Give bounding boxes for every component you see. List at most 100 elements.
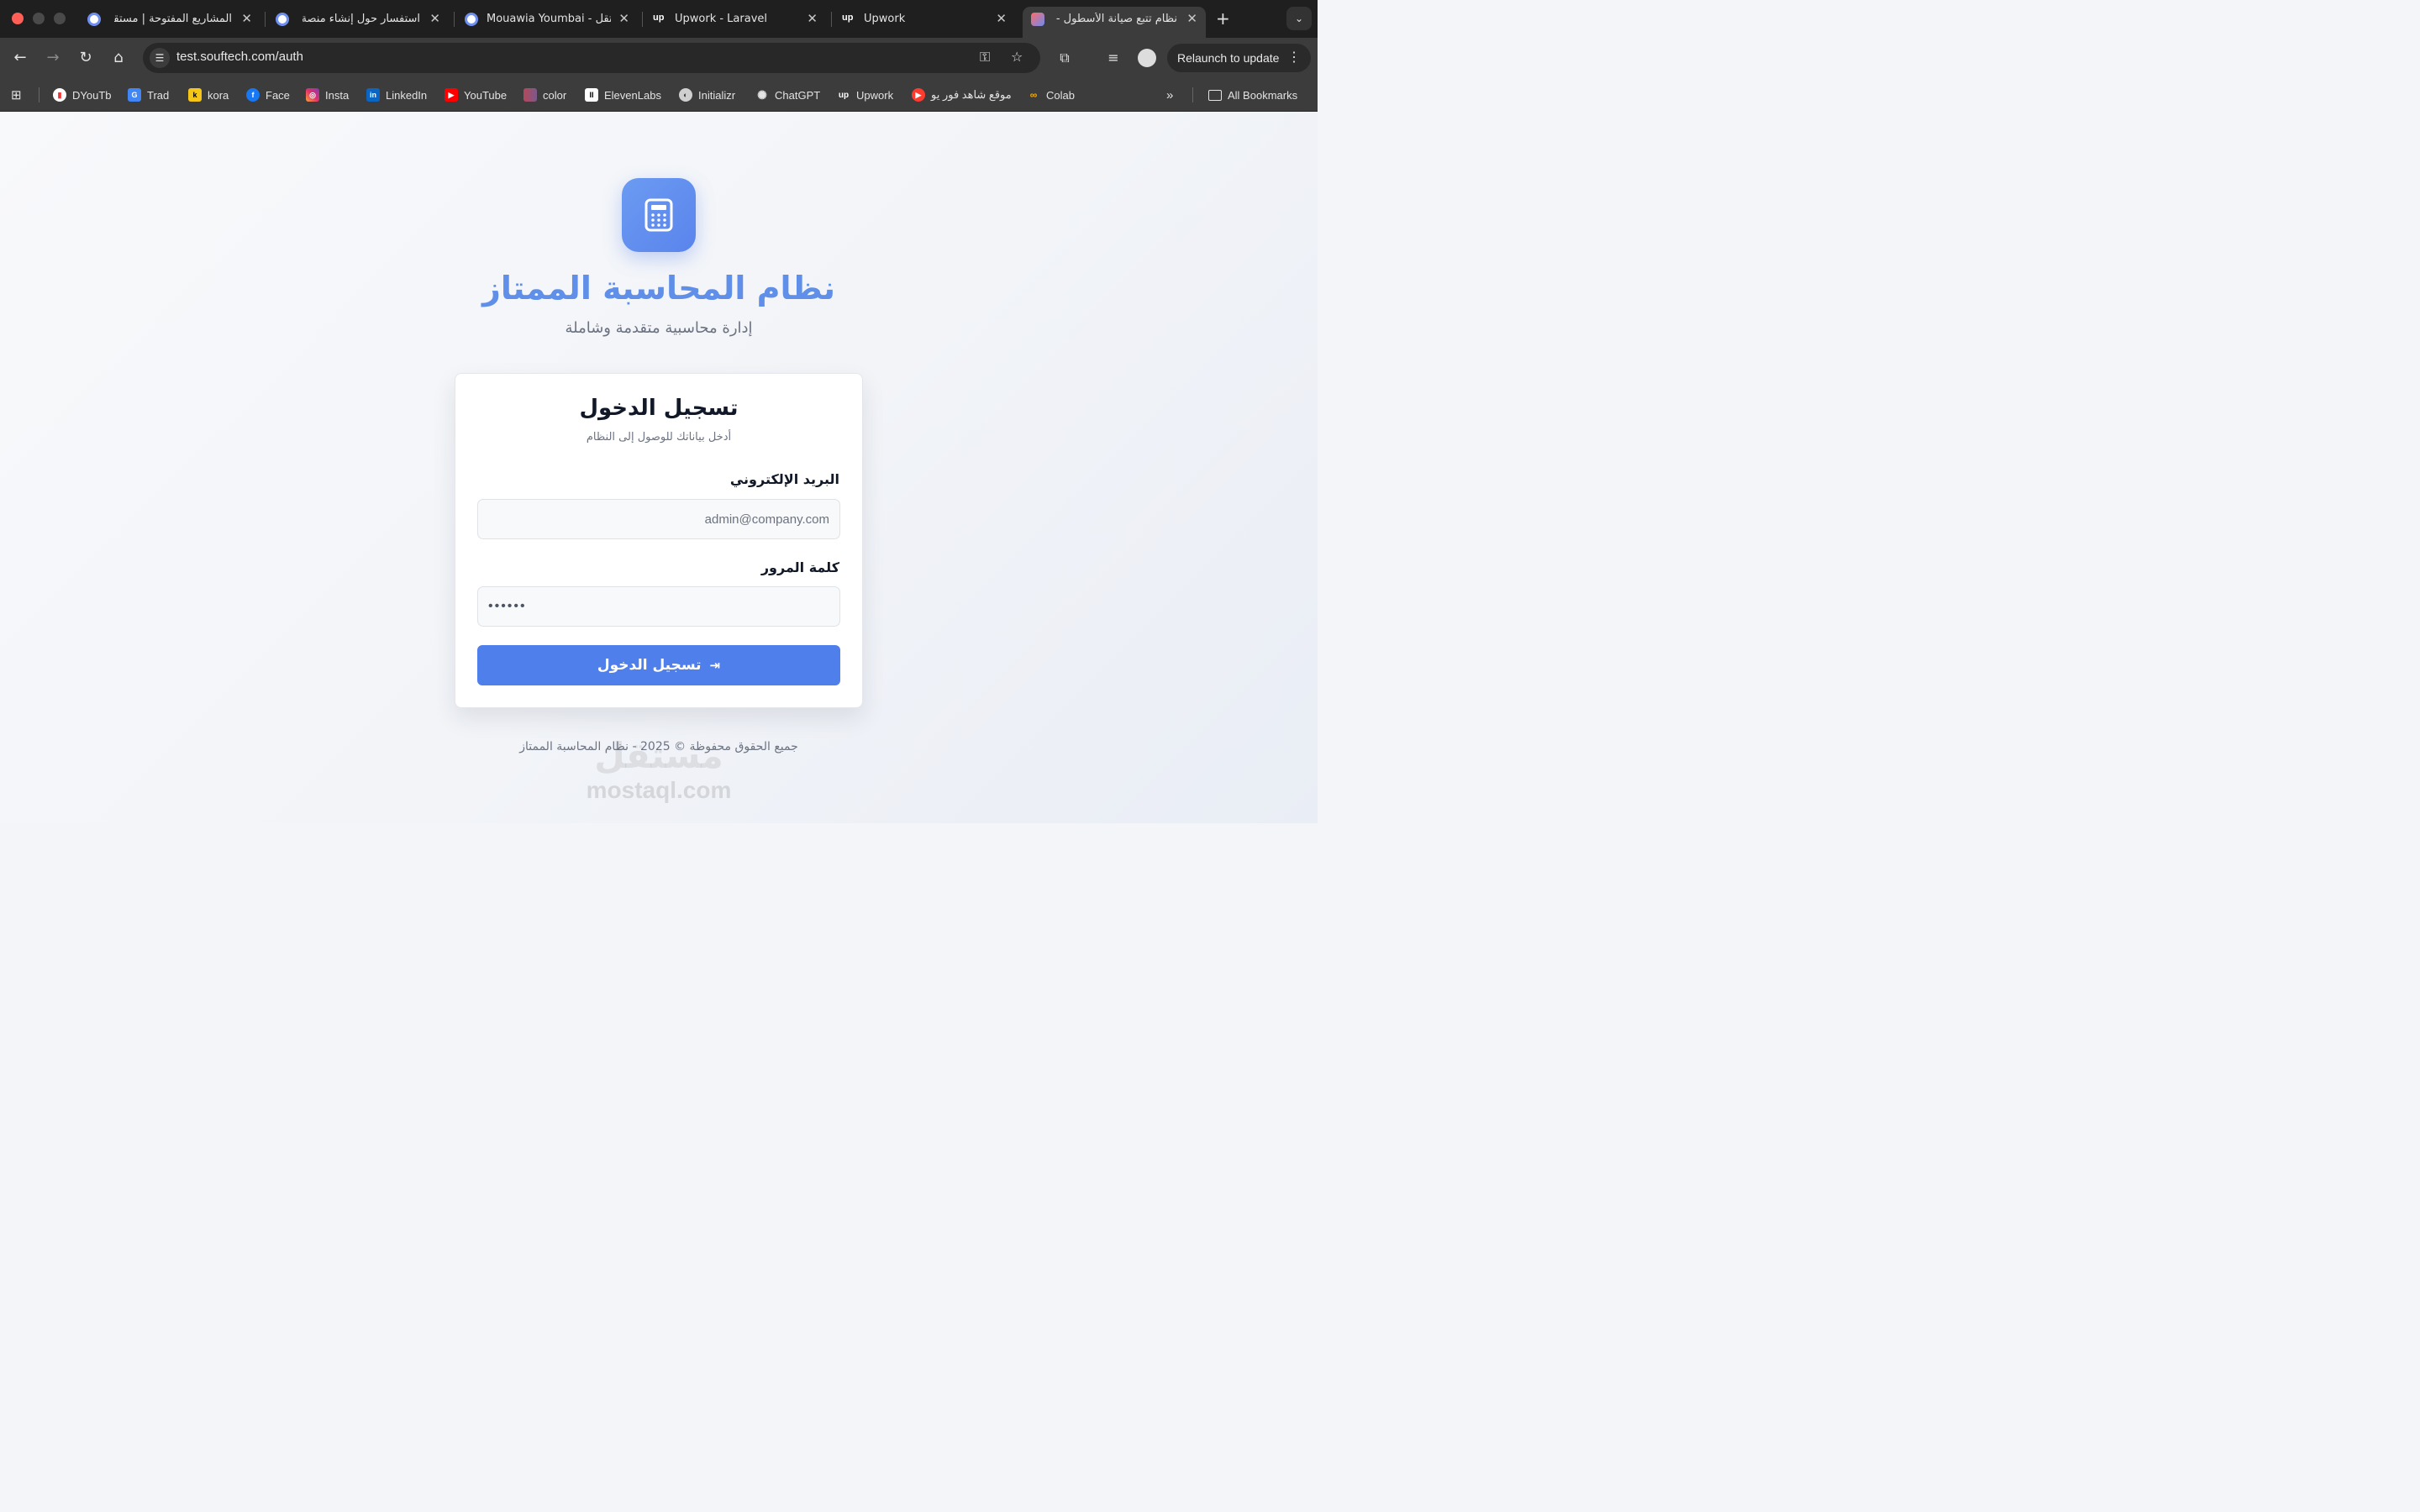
media-controls-icon[interactable]: ≡ xyxy=(1101,38,1126,78)
bookmark-shahid4u[interactable]: ▶ موقع شاهد فور يو xyxy=(912,87,1012,102)
all-bookmarks-label: All Bookmarks xyxy=(1228,88,1298,102)
page-content: نظام المحاسبة الممتاز إدارة محاسبية متقد… xyxy=(0,112,1318,823)
url-text[interactable]: test.souftech.com/auth xyxy=(176,50,303,64)
bookmark-face[interactable]: f Face xyxy=(246,87,290,102)
bookmark-upwork[interactable]: up Upwork xyxy=(837,87,893,102)
email-field[interactable] xyxy=(477,499,840,539)
tab-title: المشاريع المفتوحة | مستقل xyxy=(114,13,232,25)
more-vert-icon[interactable]: ⋮ xyxy=(1287,44,1301,72)
tab-search-button[interactable]: ⌄ xyxy=(1286,7,1312,30)
browser-toolbar: ← → ↻ ⌂ ☰ test.souftech.com/auth ⚿ ☆ ⧉ ≡… xyxy=(0,38,1318,78)
bookmarks-bar: ⊞ ▮ DYouTb G Trad k kora f Face ◎ Insta … xyxy=(0,78,1318,112)
bookmark-colab[interactable]: ∞ Colab xyxy=(1027,87,1075,102)
extensions-icon[interactable]: ⧉ xyxy=(1052,38,1077,78)
bookmark-initializr[interactable]: ◐ Initializr xyxy=(679,87,735,102)
all-bookmarks-button[interactable]: All Bookmarks xyxy=(1208,87,1297,102)
shahid-icon: ▶ xyxy=(912,88,925,102)
app-icon xyxy=(1031,13,1044,26)
forward-arrow-icon[interactable]: → xyxy=(40,38,66,78)
elevenlabs-icon: II xyxy=(585,88,598,102)
instagram-icon: ◎ xyxy=(306,88,319,102)
tab-separator xyxy=(642,12,643,27)
bookmark-elevenlabs[interactable]: II ElevenLabs xyxy=(585,87,661,102)
tab-title: Upwork xyxy=(864,13,906,25)
relaunch-label: Relaunch to update xyxy=(1177,51,1280,65)
home-icon[interactable]: ⌂ xyxy=(106,38,131,78)
password-field[interactable]: •••••• xyxy=(477,586,840,627)
window-zoom-button[interactable] xyxy=(54,13,66,24)
address-bar[interactable]: ☰ test.souftech.com/auth ⚿ ☆ xyxy=(143,43,1040,73)
bookmark-trad[interactable]: G Trad xyxy=(128,87,169,102)
login-card: تسجيل الدخول أدخل بياناتك للوصول إلى الن… xyxy=(455,373,863,708)
login-button[interactable]: تسجيل الدخول ⇥ xyxy=(477,645,840,685)
tab-separator xyxy=(831,12,832,27)
bookmarks-separator xyxy=(1192,87,1193,102)
bookmark-kora[interactable]: k kora xyxy=(188,87,229,102)
browser-tab[interactable]: up Upwork - Laravel ✕ xyxy=(644,7,826,38)
calculator-icon xyxy=(644,198,673,232)
tab-title: Mouawia Youmbai - مستقل xyxy=(487,13,611,25)
mostaql-ring-icon xyxy=(87,13,101,26)
back-arrow-icon[interactable]: ← xyxy=(8,38,33,78)
browser-tab-strip: المشاريع المفتوحة | مستقل ✕ استفسار حول … xyxy=(0,0,1318,38)
avatar[interactable] xyxy=(1134,38,1160,78)
mostaql-ring-icon xyxy=(276,13,289,26)
app-logo xyxy=(622,178,696,252)
app-title: نظام المحاسبة الممتاز xyxy=(481,270,836,307)
bookmark-insta[interactable]: ◎ Insta xyxy=(306,87,349,102)
linkedin-icon: in xyxy=(366,88,380,102)
email-label: البريد الإلكتروني xyxy=(729,471,839,487)
bookmark-star-icon[interactable]: ☆ xyxy=(1011,49,1023,65)
tab-close-icon[interactable]: ✕ xyxy=(1186,11,1197,26)
tab-close-icon[interactable]: ✕ xyxy=(241,11,252,26)
browser-tab-active[interactable]: نظام تتبع صيانة الأسطول - لو ✕ xyxy=(1023,7,1206,38)
bookmark-dyoutb[interactable]: ▮ DYouTb xyxy=(53,87,112,102)
kora-icon: k xyxy=(188,88,202,102)
bookmark-youtube[interactable]: ▶ YouTube xyxy=(445,87,507,102)
browser-tab[interactable]: Mouawia Youmbai - مستقل ✕ xyxy=(456,7,638,38)
window-close-button[interactable] xyxy=(12,13,24,24)
youtube-icon: ▶ xyxy=(445,88,458,102)
reload-icon[interactable]: ↻ xyxy=(73,38,98,78)
apps-grid-icon[interactable]: ⊞ xyxy=(11,87,22,102)
password-key-icon[interactable]: ⚿ xyxy=(980,49,990,66)
bookmark-chatgpt[interactable]: ✺ ChatGPT xyxy=(755,87,820,102)
window-minimize-button[interactable] xyxy=(33,13,45,24)
footer-copyright: جميع الحقوق محفوظة © 2025 - نظام المحاسب… xyxy=(519,740,798,753)
site-settings-icon[interactable]: ☰ xyxy=(150,48,170,68)
login-title: تسجيل الدخول xyxy=(579,396,739,421)
tab-title: نظام تتبع صيانة الأسطول - لو xyxy=(1053,13,1177,25)
translate-icon: G xyxy=(128,88,141,102)
new-tab-button[interactable]: + xyxy=(1216,8,1230,29)
browser-tab[interactable]: up Upwork ✕ xyxy=(834,7,1015,38)
relaunch-to-update-button[interactable]: Relaunch to update ⋮ xyxy=(1167,44,1311,72)
chatgpt-icon: ✺ xyxy=(757,87,767,102)
tab-close-icon[interactable]: ✕ xyxy=(807,11,818,26)
sign-in-icon: ⇥ xyxy=(709,658,721,673)
colab-icon: ∞ xyxy=(1029,89,1038,101)
tab-close-icon[interactable]: ✕ xyxy=(429,11,440,26)
upwork-icon: up xyxy=(653,13,665,23)
initializr-icon: ◐ xyxy=(679,88,692,102)
tab-separator xyxy=(454,12,455,27)
more-bookmarks-chevron-icon[interactable]: » xyxy=(1166,87,1173,102)
upwork-icon: up xyxy=(842,13,854,23)
password-label: كلمة المرور xyxy=(760,559,839,575)
tab-title: استفسار حول إنشاء منصة لع xyxy=(302,13,420,25)
tab-separator xyxy=(265,12,266,27)
upwork-icon: up xyxy=(838,90,850,100)
tab-close-icon[interactable]: ✕ xyxy=(618,11,629,26)
facebook-icon: f xyxy=(246,88,260,102)
login-button-label: تسجيل الدخول xyxy=(597,657,702,674)
app-subtitle: إدارة محاسبية متقدمة وشاملة xyxy=(565,319,753,337)
mostaql-watermark-url: mostaql.com xyxy=(586,777,732,803)
dyoutb-icon: ▮ xyxy=(53,88,66,102)
browser-tab[interactable]: استفسار حول إنشاء منصة لع ✕ xyxy=(267,7,449,38)
tab-close-icon[interactable]: ✕ xyxy=(996,11,1007,26)
login-subtitle: أدخل بياناتك للوصول إلى النظام xyxy=(586,431,732,444)
browser-tab[interactable]: المشاريع المفتوحة | مستقل ✕ xyxy=(79,7,260,38)
folder-icon xyxy=(1208,89,1222,101)
color-icon xyxy=(523,88,537,102)
bookmark-linkedin[interactable]: in LinkedIn xyxy=(366,87,427,102)
bookmark-color[interactable]: color xyxy=(523,87,566,102)
